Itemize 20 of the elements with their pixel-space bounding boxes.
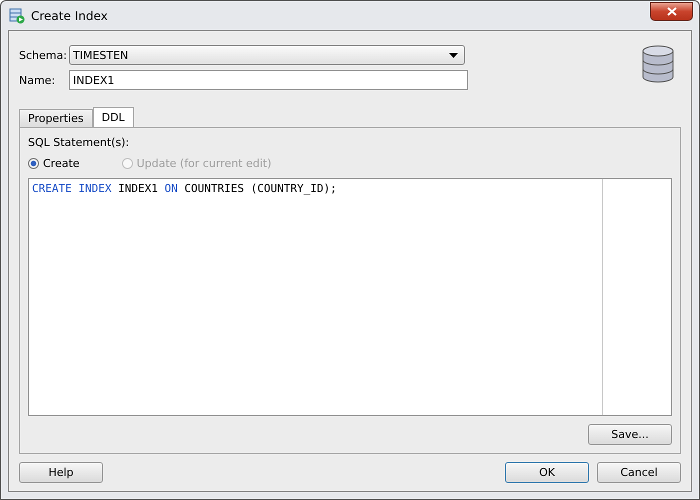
dialog-button[interactable]: Help	[19, 462, 103, 483]
close-icon	[666, 6, 676, 16]
radio-option[interactable]: Create	[28, 157, 80, 170]
dialog-button[interactable]: Cancel	[597, 462, 681, 483]
table-icon	[9, 8, 25, 24]
window-title: Create Index	[31, 8, 109, 22]
schema-dropdown[interactable]: TIMESTEN	[69, 45, 465, 65]
database-icon	[641, 45, 675, 83]
tab[interactable]: DDL	[92, 107, 134, 127]
code-line: CREATE INDEX INDEX1 ON COUNTRIES (COUNTRY_ID);	[31, 181, 338, 197]
name-field[interactable]: INDEX1	[69, 70, 468, 90]
tab[interactable]: Properties	[19, 109, 93, 127]
dialog-button[interactable]: OK	[505, 462, 589, 483]
close-button[interactable]	[650, 2, 693, 20]
caret-icon	[449, 52, 458, 58]
section-heading: SQL Statement(s):	[28, 136, 130, 149]
field-label: Schema:	[19, 48, 68, 62]
field-label: Name:	[19, 74, 56, 86]
sql-editor[interactable]: CREATE INDEX INDEX1 ON COUNTRIES (COUNTRY_ID);	[28, 178, 672, 416]
save-button[interactable]: Save...	[588, 424, 672, 445]
